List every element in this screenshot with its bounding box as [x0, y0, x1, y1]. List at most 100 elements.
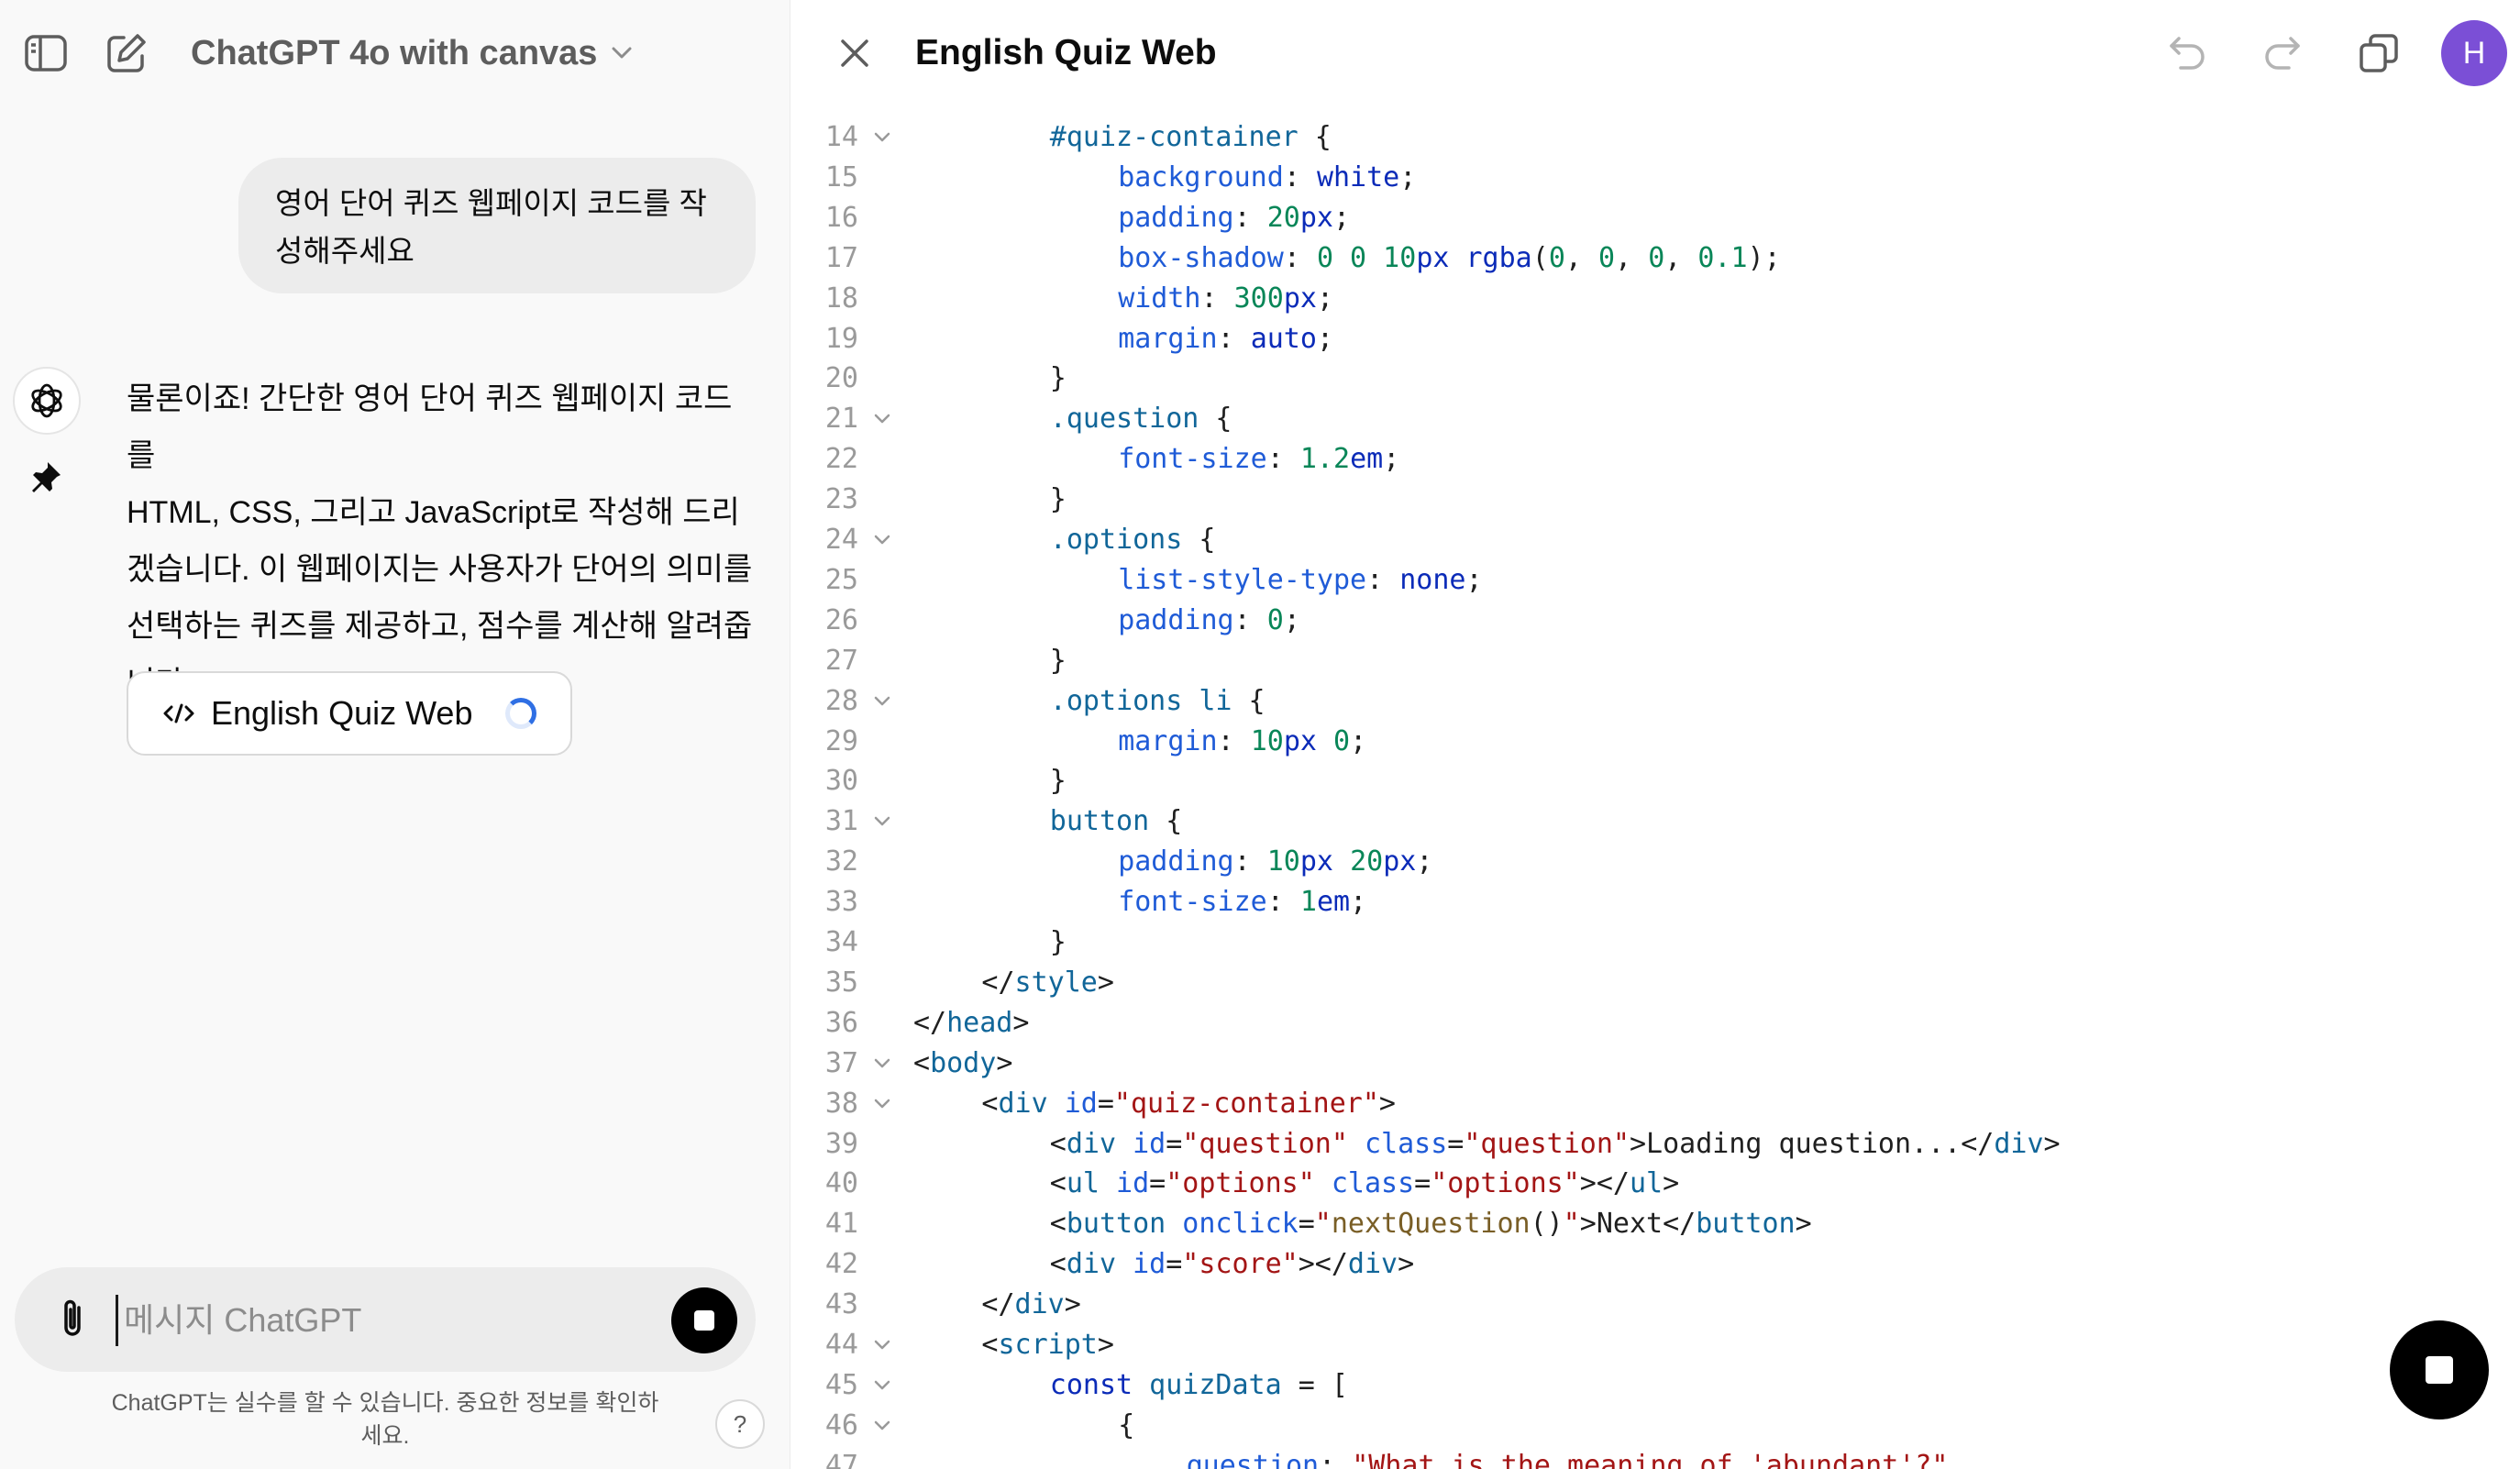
code-token: 0	[1548, 241, 1565, 274]
code-token: ></	[1579, 1167, 1630, 1200]
code-token: ;	[1383, 443, 1400, 476]
fold-chevron-icon[interactable]	[871, 528, 893, 550]
code-token: }	[1049, 926, 1067, 958]
fold-chevron-icon[interactable]	[871, 690, 893, 712]
code-editor[interactable]: 14 #quiz-container {15 background: white; 1…	[790, 117, 2520, 1469]
fold-chevron-icon[interactable]	[871, 407, 893, 429]
disclaimer-line: 세요.	[360, 1423, 410, 1449]
code-token: 10	[1266, 845, 1300, 878]
code-token: width	[1118, 282, 1201, 315]
model-selector[interactable]: ChatGPT 4o with canvas	[191, 28, 632, 79]
code-text: {	[1118, 1406, 1134, 1445]
disclaimer: ChatGPT는 실수를 할 수 있습니다. 중요한 정보를 확인하 세요.	[92, 1386, 679, 1452]
code-token: =	[1149, 1167, 1166, 1200]
code-token: auto	[1250, 322, 1317, 355]
help-button[interactable]: ?	[715, 1399, 765, 1449]
stop-icon	[694, 1310, 714, 1331]
code-token: <	[1049, 1208, 1067, 1241]
code-text: padding: 0;	[1118, 601, 1300, 640]
code-token: #quiz-container	[1049, 121, 1299, 153]
user-avatar[interactable]: H	[2441, 20, 2507, 86]
code-token: {	[1199, 403, 1232, 436]
canvas-artifact-button[interactable]: English Quiz Web	[127, 671, 572, 756]
code-token: padding	[1118, 201, 1234, 234]
fold-chevron-icon[interactable]	[871, 1414, 893, 1436]
code-token: ;	[1399, 160, 1417, 193]
line-number: 17	[824, 241, 858, 274]
line-number: 22	[824, 443, 858, 476]
code-text: </style>	[981, 963, 1114, 1002]
code-line: 26 padding: 0;	[790, 601, 2520, 640]
code-line: 25 list-style-type: none;	[790, 560, 2520, 600]
fold-chevron-icon[interactable]	[871, 810, 893, 832]
assistant-message-line: HTML, CSS, 그리고 JavaScript로 작성해 드리	[127, 495, 740, 530]
code-token: ;	[1283, 603, 1300, 636]
code-token: question	[1186, 1449, 1320, 1469]
line-number: 19	[824, 322, 858, 355]
copy-button[interactable]	[2353, 28, 2404, 79]
code-token: body	[930, 1046, 997, 1079]
attach-button[interactable]	[48, 1295, 97, 1344]
code-token: px	[1416, 241, 1466, 274]
line-number: 29	[824, 724, 858, 757]
fold-chevron-icon[interactable]	[871, 1052, 893, 1074]
code-line: 34}	[790, 922, 2520, 962]
assistant-avatar	[13, 367, 81, 435]
toggle-sidebar-button[interactable]	[20, 29, 72, 77]
code-line: 46 {	[790, 1406, 2520, 1445]
code-token: div	[1994, 1127, 2044, 1160]
line-number: 20	[824, 362, 858, 395]
line-number: 21	[824, 403, 858, 436]
fold-chevron-icon[interactable]	[871, 126, 893, 148]
code-token: >Loading question...</	[1629, 1127, 1995, 1160]
line-number: 39	[824, 1127, 858, 1160]
code-token: }	[1049, 483, 1067, 516]
code-token: </	[981, 1288, 1015, 1321]
code-token: script	[998, 1329, 1098, 1361]
code-token: =	[1414, 1167, 1431, 1200]
new-chat-button[interactable]	[101, 28, 152, 79]
undo-button[interactable]	[2162, 28, 2214, 79]
close-canvas-button[interactable]	[829, 28, 880, 79]
message-input[interactable]	[116, 1295, 676, 1346]
pin-icon[interactable]	[28, 458, 64, 495]
code-text: width: 300px;	[1118, 279, 1333, 318]
stop-generating-button[interactable]	[671, 1287, 737, 1353]
code-token: (	[1531, 241, 1549, 274]
code-token: ,	[1615, 241, 1649, 274]
code-token: <	[913, 1046, 931, 1079]
fold-chevron-icon[interactable]	[871, 1374, 893, 1396]
code-token: :	[1217, 322, 1251, 355]
code-token: px	[1299, 845, 1351, 878]
code-token: =	[1447, 1127, 1464, 1160]
fold-chevron-icon[interactable]	[871, 1092, 893, 1114]
code-token: class	[1331, 1167, 1415, 1200]
chat-pane: ChatGPT 4o with canvas 영어 단어 퀴즈 웹페이지 코드를…	[0, 0, 790, 1469]
code-token: ;	[1350, 886, 1367, 919]
line-number: 43	[824, 1288, 858, 1321]
code-token: px	[1283, 724, 1333, 757]
user-message-line: 영어 단어 퀴즈 웹페이지 코드를 작	[275, 186, 707, 220]
code-token: .options	[1049, 524, 1183, 556]
assistant-message-line: 겠습니다. 이 웹페이지는 사용자가 단어의 의미를	[127, 552, 753, 587]
code-text: const quizData = [	[1050, 1365, 1348, 1405]
code-token: 1	[1299, 886, 1317, 919]
fold-chevron-icon[interactable]	[871, 1333, 893, 1355]
code-text: }	[1050, 641, 1067, 680]
code-token: >	[1378, 1087, 1396, 1120]
stop-canvas-button[interactable]	[2390, 1320, 2489, 1419]
code-token: 0	[1333, 724, 1351, 757]
code-token: em	[1350, 443, 1384, 476]
redo-button[interactable]	[2256, 28, 2307, 79]
code-token: div	[1014, 1288, 1065, 1321]
code-line: 30}	[790, 761, 2520, 801]
line-number: 38	[824, 1087, 858, 1120]
undo-icon	[2170, 37, 2205, 70]
code-text: list-style-type: none;	[1118, 560, 1482, 600]
code-line: 14 #quiz-container {	[790, 117, 2520, 157]
code-line: 28 .options li {	[790, 681, 2520, 721]
canvas-header: English Quiz Web H	[790, 0, 2520, 108]
line-number: 46	[824, 1408, 858, 1441]
